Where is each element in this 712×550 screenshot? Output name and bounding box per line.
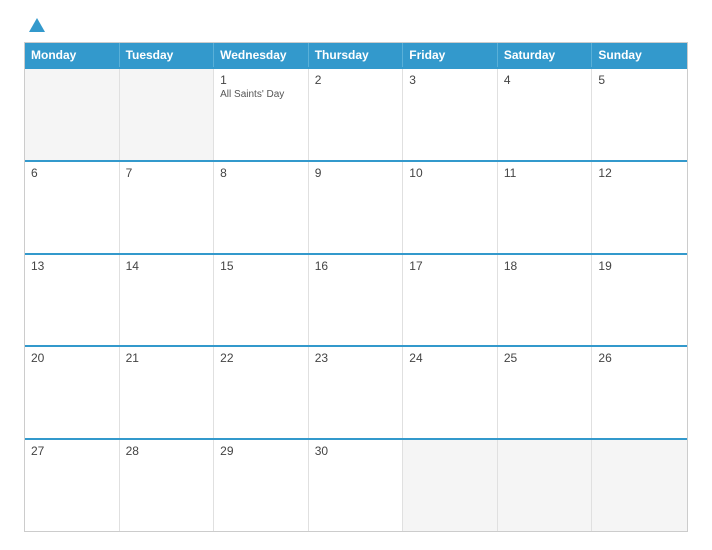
day-number: 26	[598, 351, 681, 365]
cal-cell: 24	[403, 347, 498, 438]
calendar-grid: MondayTuesdayWednesdayThursdayFridaySatu…	[24, 42, 688, 532]
cal-cell: 27	[25, 440, 120, 531]
day-number: 7	[126, 166, 208, 180]
cal-cell: 22	[214, 347, 309, 438]
day-number: 23	[315, 351, 397, 365]
cal-cell: 15	[214, 255, 309, 346]
day-number: 3	[409, 73, 491, 87]
cal-cell: 14	[120, 255, 215, 346]
cal-cell: 16	[309, 255, 404, 346]
logo-blue-text	[24, 18, 45, 32]
header-day-tuesday: Tuesday	[120, 43, 215, 67]
day-number: 25	[504, 351, 586, 365]
day-number: 24	[409, 351, 491, 365]
cal-cell	[498, 440, 593, 531]
day-number: 1	[220, 73, 302, 87]
day-number: 12	[598, 166, 681, 180]
cal-cell: 21	[120, 347, 215, 438]
cal-cell: 20	[25, 347, 120, 438]
header-day-friday: Friday	[403, 43, 498, 67]
cal-cell: 2	[309, 69, 404, 160]
cal-cell	[592, 440, 687, 531]
week-row-1: 1 All Saints' Day 2345	[25, 67, 687, 160]
day-number: 30	[315, 444, 397, 458]
header	[24, 18, 688, 32]
day-number: 22	[220, 351, 302, 365]
cal-cell: 3	[403, 69, 498, 160]
day-number: 27	[31, 444, 113, 458]
calendar-body: 1All Saints' Day234567891011121314151617…	[25, 67, 687, 531]
day-number: 20	[31, 351, 113, 365]
day-event: All Saints' Day	[220, 89, 302, 100]
cal-cell: 9	[309, 162, 404, 253]
day-number: 10	[409, 166, 491, 180]
day-number: 17	[409, 259, 491, 273]
cal-cell: 8	[214, 162, 309, 253]
cal-cell: 26	[592, 347, 687, 438]
day-number: 11	[504, 166, 586, 180]
week-row-5: 27 28 29 30	[25, 438, 687, 531]
cal-cell: 12	[592, 162, 687, 253]
cal-cell: 18	[498, 255, 593, 346]
day-number: 9	[315, 166, 397, 180]
cal-cell: 29	[214, 440, 309, 531]
day-number: 4	[504, 73, 586, 87]
week-row-2: 6789 10 11 12	[25, 160, 687, 253]
header-day-saturday: Saturday	[498, 43, 593, 67]
cal-cell: 1 All Saints' Day	[214, 69, 309, 160]
cal-cell: 4	[498, 69, 593, 160]
calendar-header-row: MondayTuesdayWednesdayThursdayFridaySatu…	[25, 43, 687, 67]
cal-cell: 25	[498, 347, 593, 438]
day-number: 5	[598, 73, 681, 87]
cal-cell: 5	[592, 69, 687, 160]
week-row-3: 13 14 15 16 17 18 19	[25, 253, 687, 346]
header-day-thursday: Thursday	[309, 43, 404, 67]
calendar-page: MondayTuesdayWednesdayThursdayFridaySatu…	[0, 0, 712, 550]
cal-cell: 7	[120, 162, 215, 253]
day-number: 19	[598, 259, 681, 273]
day-number: 21	[126, 351, 208, 365]
day-number: 2	[315, 73, 397, 87]
cal-cell	[25, 69, 120, 160]
header-day-monday: Monday	[25, 43, 120, 67]
day-number: 6	[31, 166, 113, 180]
cal-cell: 13	[25, 255, 120, 346]
cal-cell: 11	[498, 162, 593, 253]
cal-cell: 10	[403, 162, 498, 253]
day-number: 29	[220, 444, 302, 458]
header-day-wednesday: Wednesday	[214, 43, 309, 67]
cal-cell	[120, 69, 215, 160]
week-row-4: 20 21 22 23 24 25 26	[25, 345, 687, 438]
cal-cell: 19	[592, 255, 687, 346]
day-number: 15	[220, 259, 302, 273]
cal-cell	[403, 440, 498, 531]
cal-cell: 23	[309, 347, 404, 438]
cal-cell: 30	[309, 440, 404, 531]
day-number: 14	[126, 259, 208, 273]
day-number: 8	[220, 166, 302, 180]
cal-cell: 28	[120, 440, 215, 531]
day-number: 28	[126, 444, 208, 458]
logo	[24, 18, 45, 32]
cal-cell: 17	[403, 255, 498, 346]
day-number: 18	[504, 259, 586, 273]
day-number: 16	[315, 259, 397, 273]
header-day-sunday: Sunday	[592, 43, 687, 67]
day-number: 13	[31, 259, 113, 273]
logo-triangle-icon	[29, 18, 45, 32]
cal-cell: 6	[25, 162, 120, 253]
